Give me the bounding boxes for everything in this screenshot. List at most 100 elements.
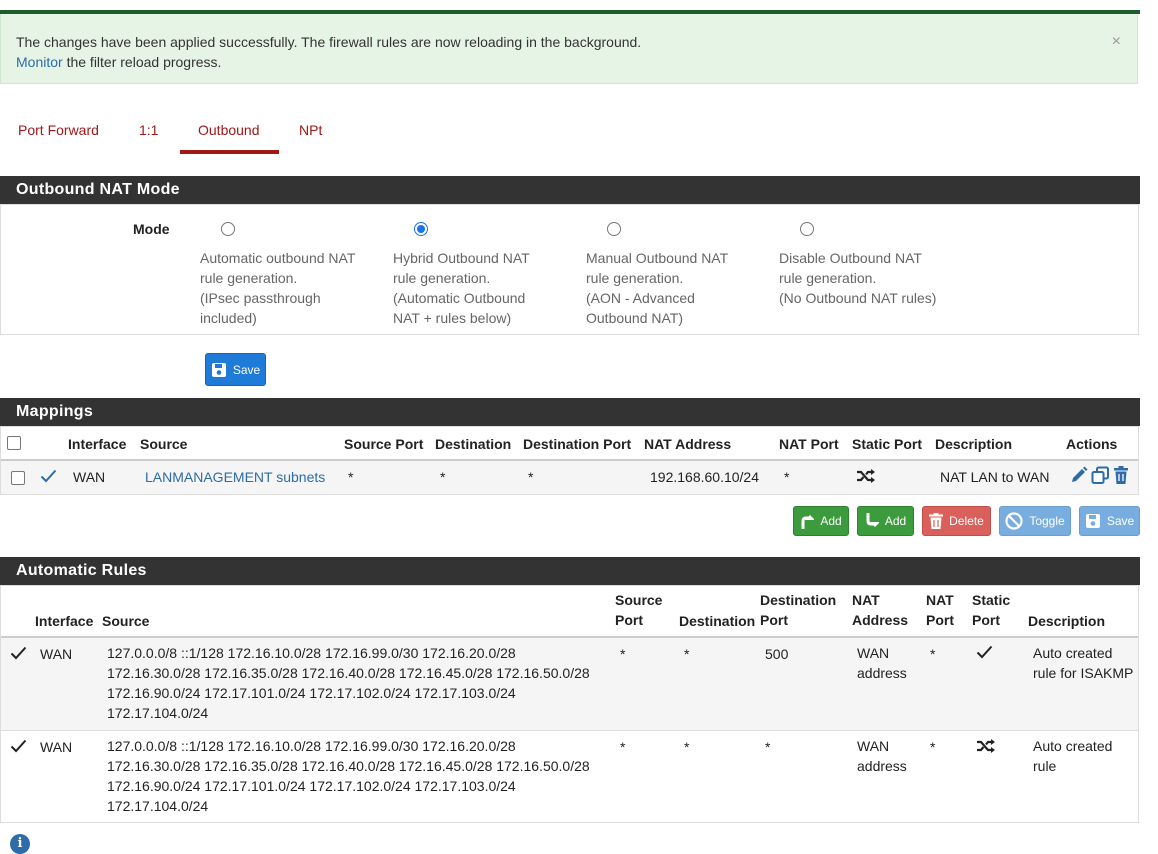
auto-row-description: Auto created rule <box>1033 736 1112 776</box>
tab-port-forward[interactable]: Port Forward <box>18 122 99 138</box>
auto-col-source-port: Source Port <box>615 590 662 630</box>
auto-row-nat-address: WAN address <box>857 643 907 683</box>
save-mappings-button[interactable]: Save <box>1079 506 1140 536</box>
row-destination: * <box>440 469 446 485</box>
description-line: Auto created <box>1033 738 1113 754</box>
nat-address-line: address <box>857 665 907 681</box>
row-destination-port: * <box>528 469 534 485</box>
mappings-header: Mappings <box>0 398 1140 426</box>
radio-hybrid[interactable] <box>414 222 428 236</box>
auto-row-source-port: * <box>620 646 626 662</box>
option-text-line: rule generation. <box>586 270 684 286</box>
add-bottom-label: Add <box>884 514 907 528</box>
save-mode-label: Save <box>232 362 261 377</box>
auto-row-source: 127.0.0.0/8 ::1/128 172.16.10.0/28 172.1… <box>107 736 590 816</box>
nat-address-line: address <box>857 758 907 774</box>
mode-option-manual[interactable]: Manual Outbound NAT rule generation. (AO… <box>586 222 756 328</box>
col-static-port: Static Port <box>852 436 923 452</box>
option-text-line: (Automatic Outbound <box>393 290 526 306</box>
header-line: Port <box>926 612 954 628</box>
col-source: Source <box>140 436 188 452</box>
tab-npt[interactable]: NPt <box>299 122 322 138</box>
auto-row-destination-port: 500 <box>765 646 789 662</box>
option-text-line: (AON - Advanced <box>586 290 695 306</box>
check-icon <box>10 739 27 753</box>
option-text-line: rule generation. <box>393 270 491 286</box>
option-text-line: rule generation. <box>779 270 877 286</box>
source-line: 172.16.30.0/28 172.16.35.0/28 172.16.40.… <box>107 758 590 774</box>
mode-option-disable[interactable]: Disable Outbound NAT rule generation. (N… <box>779 222 949 308</box>
header-line: Static <box>972 592 1011 608</box>
arrow-down-icon <box>866 513 879 527</box>
row-source-link[interactable]: LANMANAGEMENT subnets <box>145 469 325 485</box>
option-text-line: NAT + rules below) <box>393 310 512 326</box>
auto-col-source: Source <box>102 613 150 629</box>
row-description: NAT LAN to WAN <box>940 469 1050 485</box>
alert-suffix: the filter reload progress. <box>62 54 222 70</box>
mode-option-hybrid[interactable]: Hybrid Outbound NAT rule generation. (Au… <box>393 222 563 328</box>
info-icon[interactable]: i <box>10 834 30 854</box>
add-top-label: Add <box>820 514 842 528</box>
source-line: 172.16.90.0/24 172.17.101.0/24 172.17.10… <box>107 778 516 794</box>
save-mode-button[interactable]: Save <box>205 353 266 386</box>
check-icon <box>10 646 27 660</box>
auto-col-destination: Destination <box>679 613 756 629</box>
header-line: Port <box>615 612 643 628</box>
auto-row-nat-port: * <box>930 646 936 662</box>
select-all-checkbox[interactable] <box>7 436 21 450</box>
auto-row-interface: WAN <box>40 739 73 755</box>
auto-row-nat-port: * <box>930 739 936 755</box>
active-tab-indicator <box>180 150 279 154</box>
save-icon <box>211 362 226 377</box>
option-text-line: (IPsec passthrough <box>200 290 321 306</box>
source-line: 127.0.0.0/8 ::1/128 172.16.10.0/28 172.1… <box>107 645 516 661</box>
auto-col-nat-port: NAT Port <box>926 590 954 630</box>
delete-button[interactable]: Delete <box>922 506 991 536</box>
col-actions: Actions <box>1066 436 1118 452</box>
row-checkbox[interactable] <box>11 471 25 485</box>
check-icon <box>976 645 993 659</box>
delete-label: Delete <box>949 514 984 528</box>
tab-outbound[interactable]: Outbound <box>198 122 260 138</box>
description-line: Auto created <box>1033 645 1113 661</box>
auto-row-description: Auto created rule for ISAKMP <box>1033 643 1133 683</box>
row-nat-address: 192.168.60.10/24 <box>650 469 759 485</box>
toggle-button[interactable]: Toggle <box>999 506 1071 536</box>
header-line: NAT <box>852 592 880 608</box>
trash-icon[interactable] <box>1113 466 1129 484</box>
tab-one-to-one[interactable]: 1:1 <box>139 122 158 138</box>
add-top-button[interactable]: Add <box>793 506 849 536</box>
auto-col-description: Description <box>1028 613 1106 629</box>
option-text-line: (No Outbound NAT rules) <box>779 290 937 306</box>
radio-automatic[interactable] <box>221 222 235 236</box>
mode-option-automatic[interactable]: Automatic outbound NAT rule generation. … <box>200 222 370 328</box>
add-bottom-button[interactable]: Add <box>857 506 914 536</box>
copy-icon[interactable] <box>1091 466 1110 484</box>
source-line: 172.17.104.0/24 <box>107 798 209 814</box>
mode-label: Mode <box>133 221 170 237</box>
row-divider <box>1 730 1138 731</box>
monitor-link[interactable]: Monitor <box>16 54 63 70</box>
col-source-port: Source Port <box>344 436 424 452</box>
option-text-line: Hybrid Outbound NAT <box>393 250 530 266</box>
nat-mode-header: Outbound NAT Mode <box>0 176 1140 204</box>
edit-pencil-icon[interactable] <box>1070 466 1088 484</box>
close-icon[interactable]: × <box>1112 32 1121 52</box>
auto-row-source: 127.0.0.0/8 ::1/128 172.16.10.0/28 172.1… <box>107 643 590 723</box>
header-line: Address <box>852 612 909 628</box>
radio-disable[interactable] <box>800 222 814 236</box>
arrow-up-icon <box>801 515 815 529</box>
col-nat-address: NAT Address <box>644 436 732 452</box>
col-description: Description <box>935 436 1013 452</box>
nat-address-line: WAN <box>857 738 890 754</box>
col-destination: Destination <box>435 436 512 452</box>
enabled-check-icon[interactable] <box>40 469 57 483</box>
description-line: rule for ISAKMP <box>1033 665 1134 681</box>
option-text-line: Outbound NAT) <box>586 310 684 326</box>
radio-manual[interactable] <box>607 222 621 236</box>
shuffle-icon <box>977 739 995 753</box>
header-line: NAT <box>926 592 954 608</box>
shuffle-icon <box>857 469 875 483</box>
auto-row-destination-port: * <box>765 739 771 755</box>
nat-address-line: WAN <box>857 645 890 661</box>
